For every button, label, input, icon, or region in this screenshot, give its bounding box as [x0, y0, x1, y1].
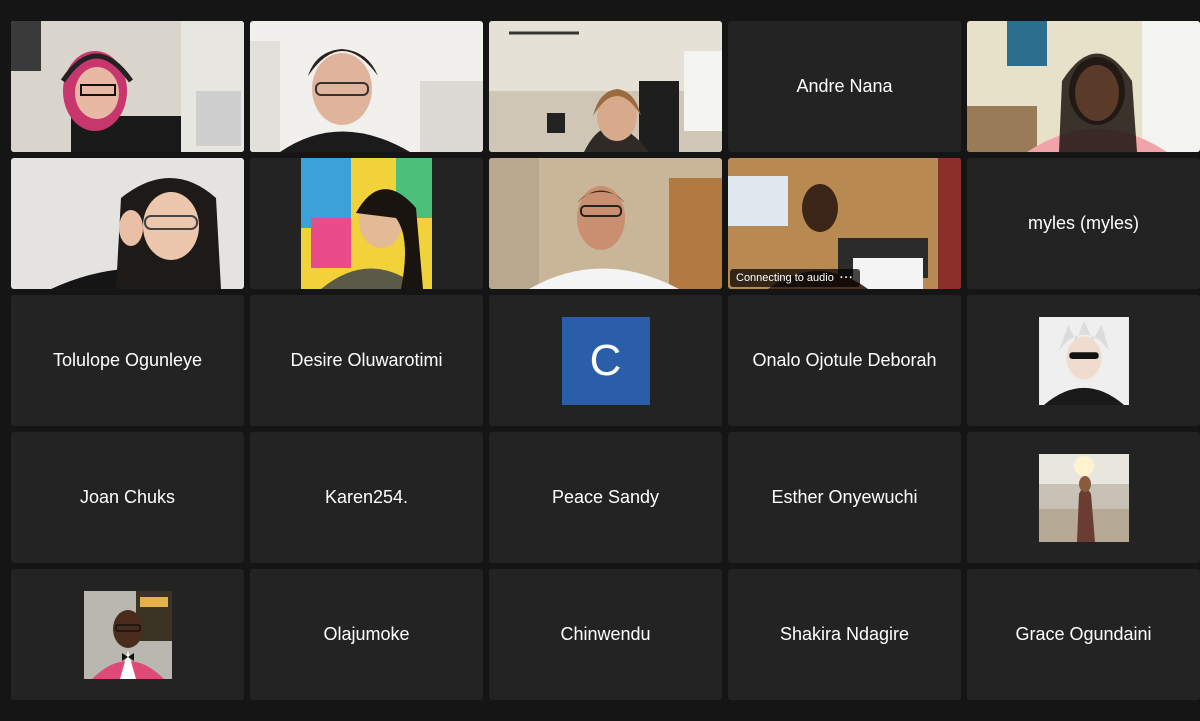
- participant-name: Karen254.: [324, 487, 409, 507]
- participant-tile[interactable]: Desire Oluwarotimi: [250, 295, 483, 426]
- participant-tile[interactable]: [967, 295, 1200, 426]
- participant-tile[interactable]: Onalo Ojotule Deborah: [728, 295, 961, 426]
- participant-tile[interactable]: Andre Nana: [728, 21, 961, 152]
- participant-tile[interactable]: Esther Onyewuchi: [728, 432, 961, 563]
- participant-tile[interactable]: Tolulope Ogunleye: [11, 295, 244, 426]
- participant-tile[interactable]: myles (myles): [967, 158, 1200, 289]
- profile-photo: [1038, 453, 1129, 542]
- participant-name: Peace Sandy: [551, 487, 660, 507]
- participant-tile[interactable]: Olajumoke: [250, 569, 483, 700]
- video-tile[interactable]: [11, 158, 244, 289]
- participant-name: Grace Ogundaini: [1015, 624, 1152, 644]
- participant-name: Tolulope Ogunleye: [52, 350, 203, 370]
- profile-photo: [1038, 316, 1129, 405]
- participant-name: Andre Nana: [796, 76, 893, 96]
- avatar-initial: C: [561, 316, 650, 405]
- participant-video: [489, 158, 722, 289]
- participant-tile[interactable]: Karen254.: [250, 432, 483, 563]
- video-tile[interactable]: [250, 21, 483, 152]
- participant-video: [489, 21, 722, 152]
- participant-video: [11, 158, 244, 289]
- participant-tile[interactable]: C: [489, 295, 722, 426]
- video-tile[interactable]: [489, 21, 722, 152]
- participant-name: Esther Onyewuchi: [771, 487, 918, 507]
- participant-name: Chinwendu: [560, 624, 651, 644]
- participant-name: Desire Oluwarotimi: [290, 350, 443, 370]
- participant-tile[interactable]: [11, 569, 244, 700]
- participant-tile[interactable]: Shakira Ndagire: [728, 569, 961, 700]
- participant-name: Joan Chuks: [79, 487, 176, 507]
- participant-tile[interactable]: Grace Ogundaini: [967, 569, 1200, 700]
- participant-name: Olajumoke: [323, 624, 410, 644]
- video-tile[interactable]: Connecting to audio ···: [728, 158, 961, 289]
- video-tile[interactable]: [967, 21, 1200, 152]
- participant-name: myles (myles): [1028, 213, 1139, 233]
- video-tile-active-speaker[interactable]: [11, 21, 244, 152]
- gallery-grid: Andre Nana Connecting to audio ··· myles…: [11, 21, 1200, 700]
- profile-photo: [301, 158, 432, 289]
- participant-tile[interactable]: Chinwendu: [489, 569, 722, 700]
- profile-photo: [83, 590, 172, 679]
- more-options-icon[interactable]: ···: [840, 272, 854, 284]
- participant-tile[interactable]: [250, 158, 483, 289]
- participant-tile[interactable]: [967, 432, 1200, 563]
- participant-name: Onalo Ojotule Deborah: [752, 350, 937, 370]
- participant-video: [967, 21, 1200, 152]
- connecting-status-badge: Connecting to audio ···: [730, 269, 860, 287]
- video-tile[interactable]: [489, 158, 722, 289]
- participant-name: Shakira Ndagire: [779, 624, 910, 644]
- participant-tile[interactable]: Joan Chuks: [11, 432, 244, 563]
- participant-video: [250, 21, 483, 152]
- connecting-status-text: Connecting to audio: [736, 272, 834, 284]
- participant-video: [11, 21, 244, 152]
- participant-tile[interactable]: Peace Sandy: [489, 432, 722, 563]
